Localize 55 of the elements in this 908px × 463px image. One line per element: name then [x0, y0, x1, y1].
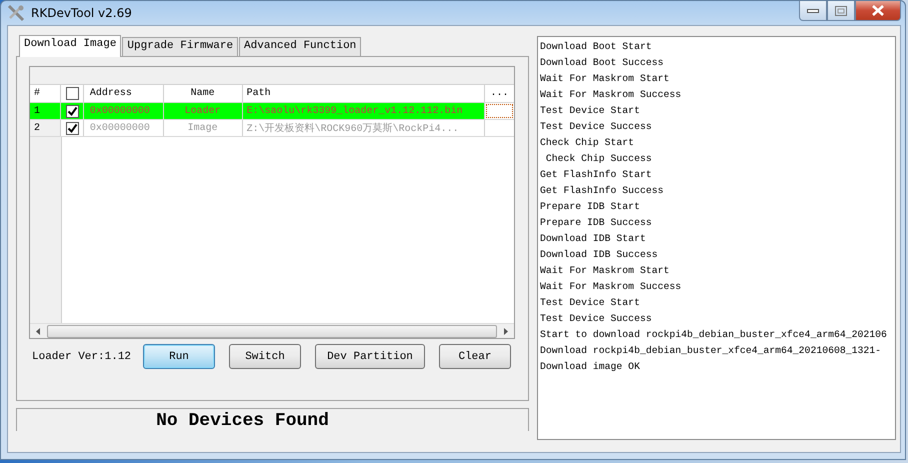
log-line: Download Boot Start — [540, 40, 653, 54]
log-line: Download image OK — [540, 360, 641, 374]
maximize-button[interactable] — [827, 1, 855, 21]
log-line: Check Chip Start — [540, 136, 636, 150]
table-cell: E:\saolu\rk3399_loader_v1.12.112.bin — [242, 103, 486, 119]
table-row[interactable]: 1 0x00000000 Loader E:\saolu\rk3399_loader_v1.12.112.bin — [30, 103, 514, 120]
action-button[interactable]: Run — [143, 344, 215, 369]
log-line: Test Device Start — [540, 296, 641, 310]
checkbox[interactable] — [66, 104, 79, 118]
table-cell: Z:\开发板资料\ROCK960万莫斯\RockPi4... — [242, 120, 486, 136]
log-line: Wait For Maskrom Start — [540, 264, 670, 278]
log-line: Wait For Maskrom Start — [540, 72, 670, 86]
table-cell: 0x00000000 — [84, 103, 164, 119]
horizontal-scrollbar[interactable] — [30, 323, 514, 338]
window-title: RKDevTool v2.69 — [31, 6, 132, 20]
right-arrow-icon[interactable] — [503, 328, 508, 334]
table-row[interactable]: 2 0x00000000 Image Z:\开发板资料\ROCK960万莫斯\RockPi4... — [30, 120, 514, 137]
log-line: Wait For Maskrom Success — [540, 280, 682, 294]
tab[interactable]: Advanced Function — [239, 37, 362, 56]
action-button[interactable]: Dev Partition — [315, 344, 425, 369]
table-cell: Image — [164, 120, 243, 136]
maximize-icon — [835, 6, 847, 16]
status-bar: No Devices Found — [16, 408, 529, 431]
log-line: Download IDB Start — [540, 232, 647, 246]
tab[interactable]: Download Image — [19, 35, 122, 57]
close-icon — [871, 5, 885, 16]
left-arrow-icon[interactable] — [36, 328, 41, 334]
log-line: Wait For Maskrom Success — [540, 88, 682, 102]
tools-icon — [7, 4, 25, 22]
log-line: Download rockpi4b_debian_buster_xfce4_arm64_20210608_1321- — [540, 344, 882, 358]
table-cell: 1 — [30, 103, 61, 119]
close-button[interactable] — [855, 1, 901, 21]
log-line: Get FlashInfo Start — [540, 168, 653, 182]
log-line: Download Boot Success — [540, 56, 664, 70]
loader-version: Loader Ver:1.12 — [31, 350, 132, 362]
column-header: Path — [242, 85, 486, 102]
action-button[interactable]: Switch — [229, 344, 301, 369]
log-line: Prepare IDB Start — [540, 200, 641, 214]
table-cell: 2 — [30, 120, 61, 136]
tab[interactable]: Upgrade Firmware — [122, 37, 238, 56]
minimize-icon — [807, 8, 819, 14]
log-line: Prepare IDB Success — [540, 216, 653, 230]
action-button[interactable]: Clear — [439, 344, 511, 369]
table-cell: 0x00000000 — [84, 120, 164, 136]
log-line: Test Device Start — [540, 104, 641, 118]
checkbox[interactable] — [66, 87, 79, 100]
checkbox[interactable] — [66, 122, 79, 134]
log-line: Test Device Success — [540, 120, 653, 134]
minimize-button[interactable] — [799, 1, 827, 21]
log-line: Start to download rockpi4b_debian_buster_xfce4_arm64_202106 — [540, 328, 888, 342]
table-cell: Loader — [164, 103, 243, 119]
log-line: Get FlashInfo Success — [540, 184, 664, 198]
log-line: Check Chip Success — [544, 152, 653, 166]
log-line: Test Device Success — [540, 312, 653, 326]
log-line: Download IDB Success — [540, 248, 659, 262]
